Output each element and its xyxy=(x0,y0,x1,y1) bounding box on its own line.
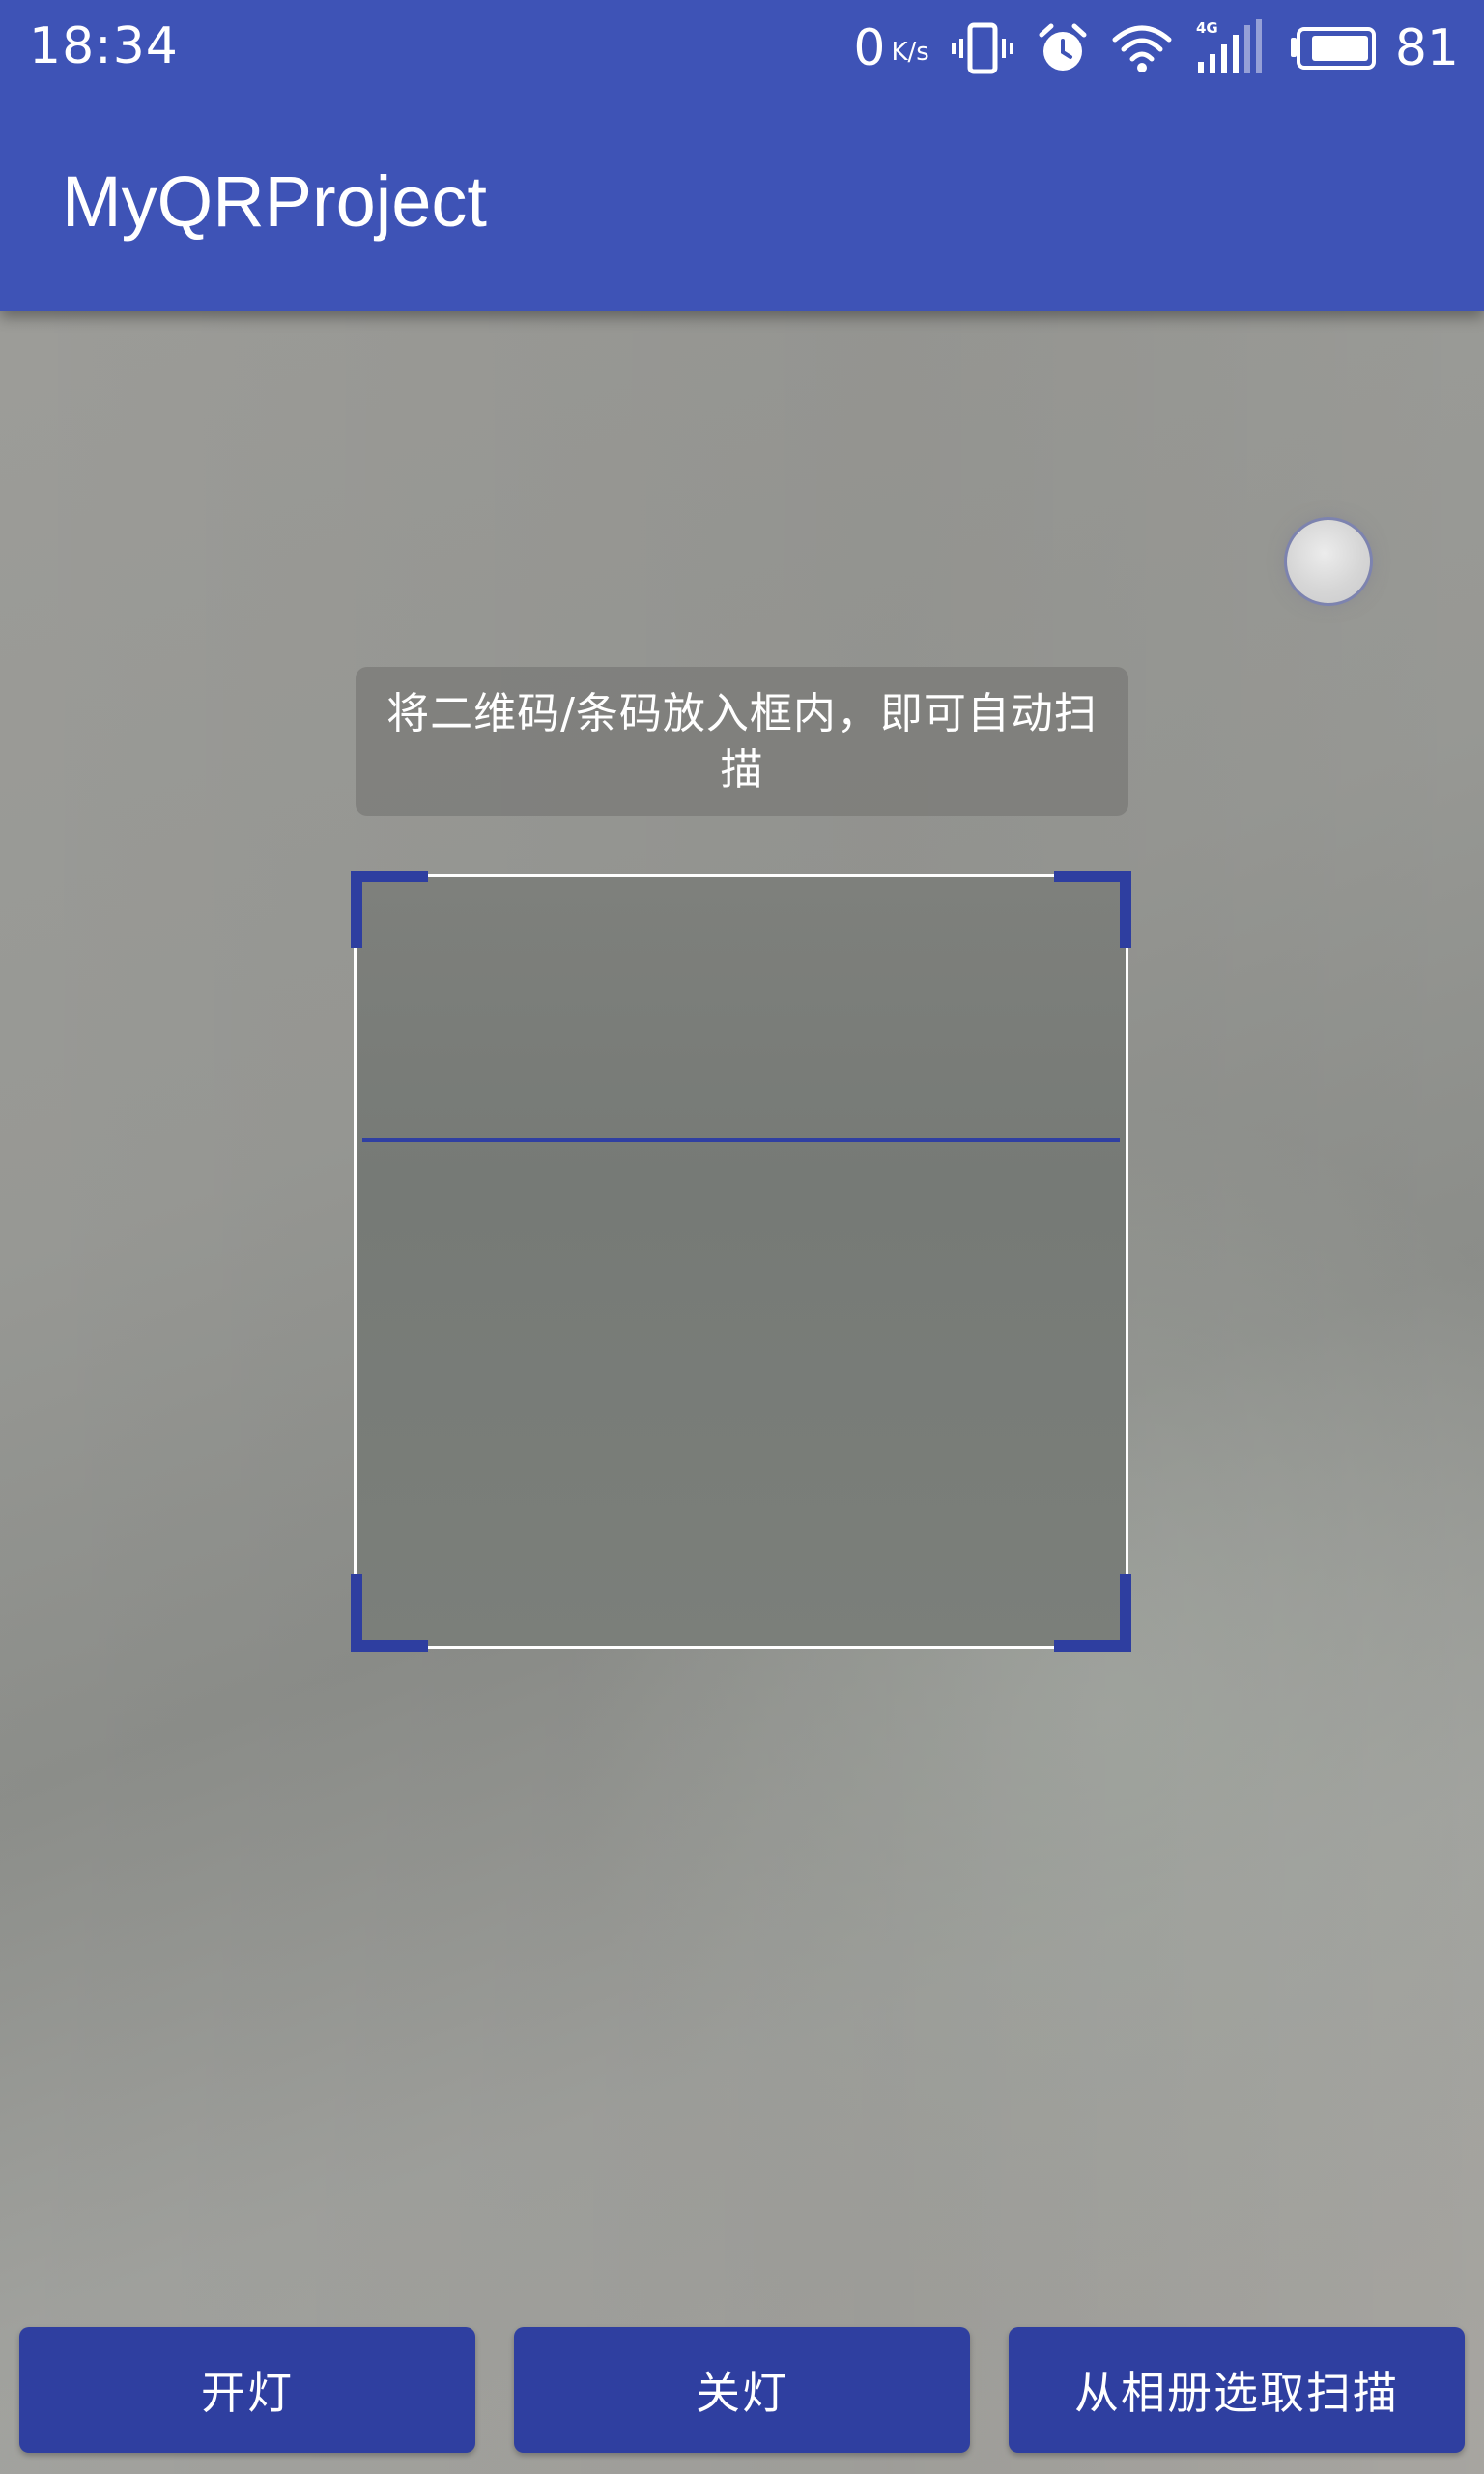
app-bar: 18:34 0 K/s 4G 81 MyQRProject xyxy=(0,0,1484,311)
battery-icon xyxy=(1289,26,1378,71)
battery-percent: 81 xyxy=(1394,19,1459,77)
light-on-button[interactable]: 开灯 xyxy=(19,2327,475,2453)
network-speed-value: 0 xyxy=(853,19,886,77)
vibrate-icon xyxy=(951,21,1014,75)
status-bar: 18:34 0 K/s 4G 81 xyxy=(0,0,1484,97)
network-speed-unit: K/s xyxy=(891,38,929,67)
app-title: MyQRProject xyxy=(62,161,487,242)
signal-4g-icon: 4G xyxy=(1194,19,1268,77)
frame-corner-bottom-left xyxy=(351,1574,428,1652)
frame-corner-top-left xyxy=(351,871,428,948)
alarm-icon xyxy=(1036,21,1090,75)
scan-laser-line xyxy=(362,1138,1120,1142)
light-off-button[interactable]: 关灯 xyxy=(514,2327,970,2453)
wifi-icon xyxy=(1111,22,1173,74)
scan-frame xyxy=(351,871,1131,1652)
network-speed: 0 K/s xyxy=(853,19,928,77)
floating-assistive-button[interactable] xyxy=(1287,520,1370,603)
svg-text:4G: 4G xyxy=(1196,19,1218,37)
bottom-action-bar: 开灯 关灯 从相册选取扫描 xyxy=(0,2327,1484,2453)
scan-tip: 将二维码/条码放入框内，即可自动扫描 xyxy=(356,667,1128,816)
frame-corner-bottom-right xyxy=(1054,1574,1131,1652)
status-time: 18:34 xyxy=(29,17,179,75)
scan-from-album-button[interactable]: 从相册选取扫描 xyxy=(1009,2327,1465,2453)
frame-corner-top-right xyxy=(1054,871,1131,948)
status-indicators: 0 K/s 4G 81 xyxy=(853,14,1459,83)
